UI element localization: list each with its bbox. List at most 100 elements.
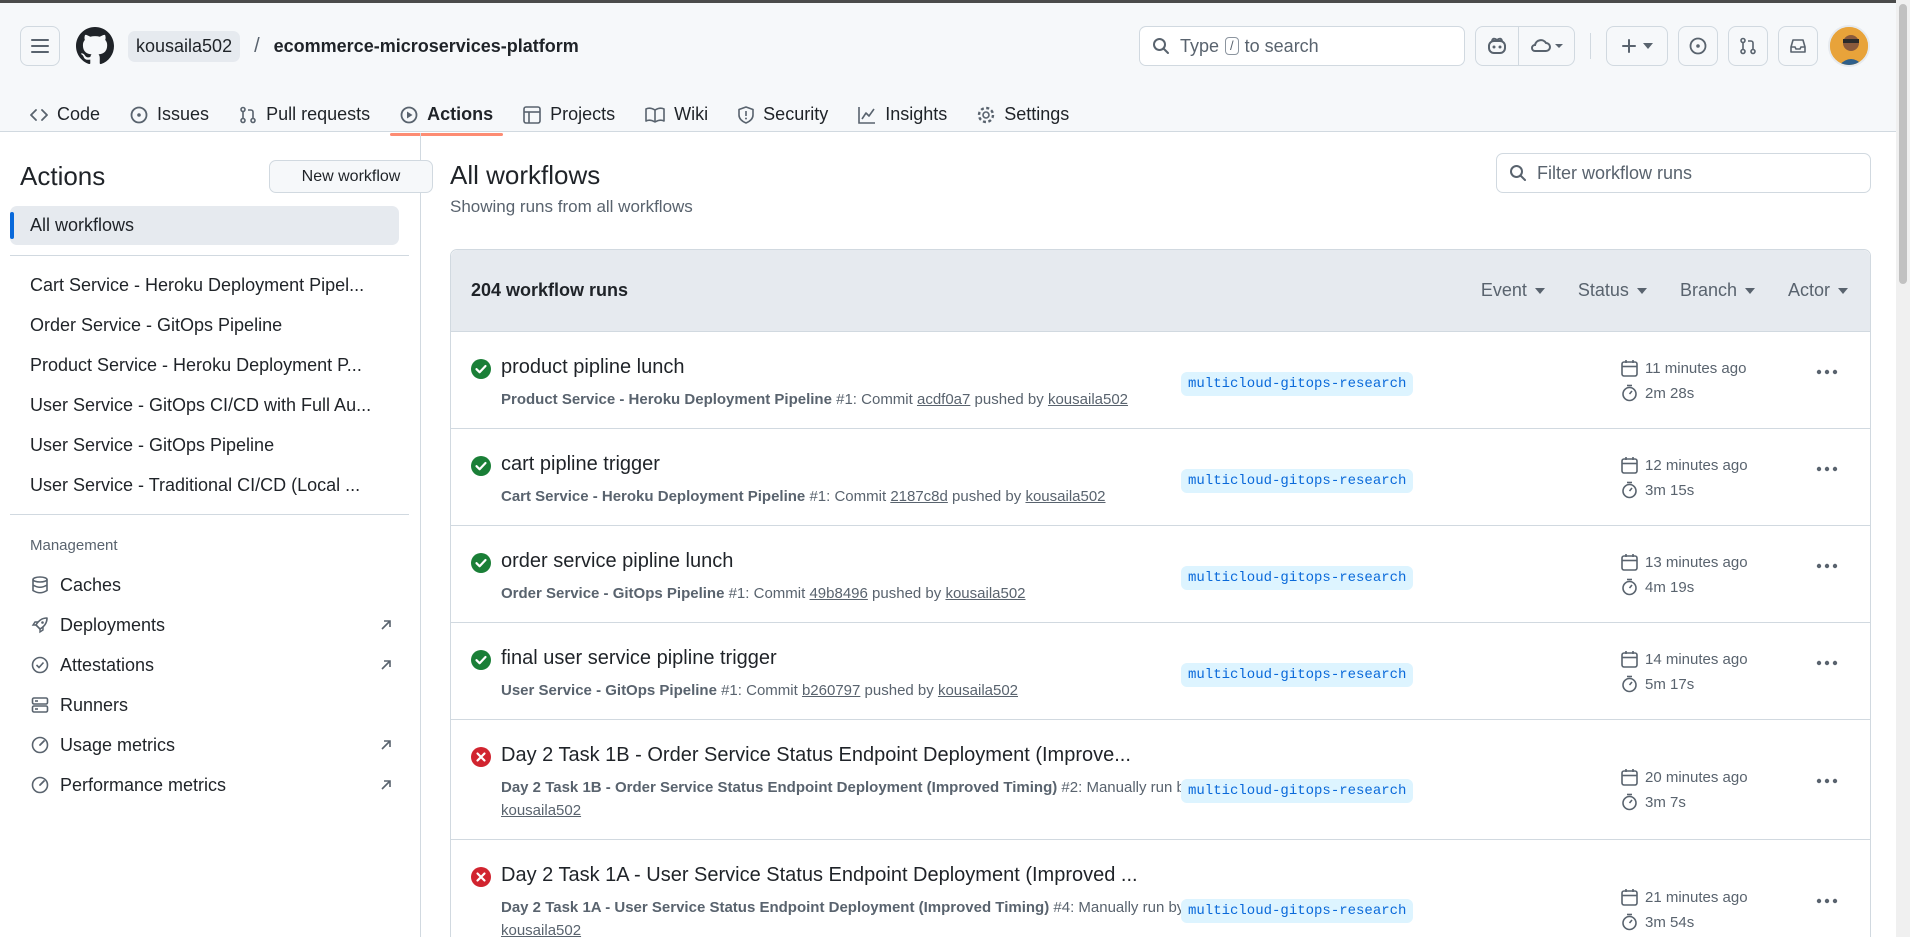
- tab-code[interactable]: Code: [20, 87, 110, 135]
- commit-sha-link[interactable]: acdf0a7: [917, 391, 970, 408]
- branch-label[interactable]: multicloud-gitops-research: [1181, 779, 1414, 803]
- new-workflow-button[interactable]: New workflow: [269, 160, 433, 193]
- verified-icon: [31, 656, 49, 674]
- actor-filter-dropdown[interactable]: Actor: [1788, 280, 1848, 301]
- avatar-image-icon: [1830, 27, 1868, 65]
- actor-link[interactable]: kousaila502: [945, 585, 1025, 602]
- filter-workflow-runs-input[interactable]: Filter workflow runs: [1496, 153, 1871, 193]
- database-icon: [32, 576, 48, 594]
- sidebar-item-label: All workflows: [30, 215, 135, 235]
- workflow-run-row[interactable]: product pipline lunch Product Service - H…: [451, 332, 1870, 429]
- run-options-button[interactable]: [1816, 778, 1838, 784]
- external-link-icon: [381, 740, 391, 750]
- workflow-run-row[interactable]: cart pipline trigger Cart Service - Herok…: [451, 429, 1870, 526]
- run-number: #1: [809, 488, 827, 505]
- tab-wiki[interactable]: Wiki: [635, 87, 718, 135]
- actor-link[interactable]: kousaila502: [938, 682, 1018, 699]
- commit-sha-link[interactable]: 2187c8d: [890, 488, 948, 505]
- github-logo-icon[interactable]: [76, 27, 114, 65]
- sidebar-item-all-workflows[interactable]: All workflows: [10, 206, 399, 245]
- run-title-link[interactable]: cart pipline trigger: [501, 453, 660, 476]
- workflow-run-row[interactable]: Day 2 Task 1B - Order Service Status End…: [451, 720, 1870, 840]
- issues-button[interactable]: [1678, 26, 1718, 66]
- kebab-horizontal-icon: [1816, 369, 1838, 375]
- workflow-run-row[interactable]: Day 2 Task 1A - User Service Status Endp…: [451, 840, 1870, 937]
- tab-label: Security: [763, 104, 829, 124]
- sidebar-item-attestations[interactable]: Attestations: [30, 650, 392, 680]
- status-filter-dropdown[interactable]: Status: [1578, 280, 1647, 301]
- run-options-button[interactable]: [1816, 563, 1838, 569]
- tab-pull-requests[interactable]: Pull requests: [229, 87, 380, 135]
- actor-link[interactable]: kousaila502: [1048, 391, 1128, 408]
- branch-label[interactable]: multicloud-gitops-research: [1181, 566, 1414, 590]
- tab-issues[interactable]: Issues: [120, 87, 219, 135]
- tab-actions[interactable]: Actions: [390, 87, 504, 136]
- run-title-link[interactable]: Day 2 Task 1A - User Service Status Endp…: [501, 864, 1138, 887]
- kebab-horizontal-icon: [1816, 778, 1838, 784]
- repo-name-link[interactable]: ecommerce-microservices-platform: [274, 36, 579, 57]
- workflow-name: User Service - GitOps Pipeline: [501, 682, 717, 699]
- branch-filter-dropdown[interactable]: Branch: [1680, 280, 1755, 301]
- run-by-text: pushed by: [974, 391, 1044, 408]
- pull-requests-button[interactable]: [1728, 26, 1768, 66]
- sidebar-item-usage-metrics[interactable]: Usage metrics: [30, 730, 392, 760]
- workflow-link[interactable]: Order Service - GitOps Pipeline: [30, 315, 370, 336]
- filter-label: Branch: [1679, 280, 1737, 300]
- chevron-down-icon: [1534, 287, 1545, 294]
- workflow-run-row[interactable]: final user service pipline trigger User S…: [451, 623, 1870, 720]
- user-avatar[interactable]: [1828, 25, 1870, 67]
- code-icon: [30, 108, 48, 121]
- tab-insights[interactable]: Insights: [848, 87, 957, 135]
- global-header: kousaila502 / ecommerce-microservices-pl…: [0, 0, 1910, 136]
- commit-sha-link[interactable]: b260797: [802, 682, 860, 699]
- run-duration: 5m 17s: [1621, 675, 1694, 693]
- tab-security[interactable]: Security: [728, 87, 838, 135]
- workflow-link[interactable]: User Service - GitOps CI/CD with Full Au…: [30, 395, 370, 416]
- tab-settings[interactable]: Settings: [967, 87, 1079, 135]
- branch-label[interactable]: multicloud-gitops-research: [1181, 663, 1414, 687]
- sidebar-item-deployments[interactable]: Deployments: [30, 610, 392, 640]
- run-title-link[interactable]: Day 2 Task 1B - Order Service Status End…: [501, 744, 1131, 767]
- inbox-button[interactable]: [1778, 26, 1818, 66]
- menu-button[interactable]: [20, 26, 60, 66]
- repo-owner-link[interactable]: kousaila502: [128, 30, 241, 62]
- sidebar-item-caches[interactable]: Caches: [30, 570, 392, 600]
- actor-link[interactable]: kousaila502: [501, 802, 581, 819]
- run-duration: 2m 28s: [1621, 384, 1694, 402]
- copilot-button[interactable]: [1476, 27, 1518, 65]
- page-scrollbar[interactable]: [1896, 0, 1910, 937]
- run-options-button[interactable]: [1816, 660, 1838, 666]
- success-check-icon: [471, 456, 491, 476]
- run-meta: Product Service - Heroku Deployment Pipe…: [501, 391, 1129, 408]
- workflow-link[interactable]: User Service - Traditional CI/CD (Local …: [30, 475, 370, 496]
- commit-sha-link[interactable]: 49b8496: [809, 585, 867, 602]
- branch-label[interactable]: multicloud-gitops-research: [1181, 899, 1414, 923]
- global-search-input[interactable]: Type / to search: [1139, 26, 1465, 66]
- run-duration-value: 3m 15s: [1645, 481, 1695, 499]
- create-new-button[interactable]: [1606, 26, 1668, 66]
- run-options-button[interactable]: [1816, 466, 1838, 472]
- run-title-link[interactable]: product pipline lunch: [501, 356, 684, 379]
- run-title-link[interactable]: order service pipline lunch: [501, 550, 733, 573]
- branch-label[interactable]: multicloud-gitops-research: [1181, 469, 1414, 493]
- run-options-button[interactable]: [1816, 369, 1838, 375]
- sidebar-item-label: Attestations: [60, 654, 155, 675]
- run-title-link[interactable]: final user service pipline trigger: [501, 647, 777, 670]
- workflow-link[interactable]: Product Service - Heroku Deployment P...: [30, 355, 370, 376]
- run-options-button[interactable]: [1816, 898, 1838, 904]
- branch-label[interactable]: multicloud-gitops-research: [1181, 372, 1414, 396]
- run-number: #1: [836, 391, 853, 408]
- workflow-link[interactable]: Cart Service - Heroku Deployment Pipel..…: [30, 275, 370, 296]
- event-filter-dropdown[interactable]: Event: [1481, 280, 1545, 301]
- workflow-run-row[interactable]: order service pipline lunch Order Service…: [451, 526, 1870, 623]
- copilot-dropdown-button[interactable]: [1518, 27, 1574, 65]
- scrollbar-thumb[interactable]: [1899, 4, 1907, 284]
- sidebar-item-runners[interactable]: Runners: [30, 690, 392, 720]
- workflow-name: Product Service - Heroku Deployment Pipe…: [501, 391, 832, 408]
- actor-link[interactable]: kousaila502: [1025, 488, 1105, 505]
- actor-link[interactable]: kousaila502: [501, 922, 581, 937]
- run-by-text: pushed by: [952, 488, 1022, 505]
- tab-projects[interactable]: Projects: [513, 87, 625, 135]
- workflow-link[interactable]: User Service - GitOps Pipeline: [30, 435, 370, 456]
- sidebar-item-performance-metrics[interactable]: Performance metrics: [30, 770, 392, 800]
